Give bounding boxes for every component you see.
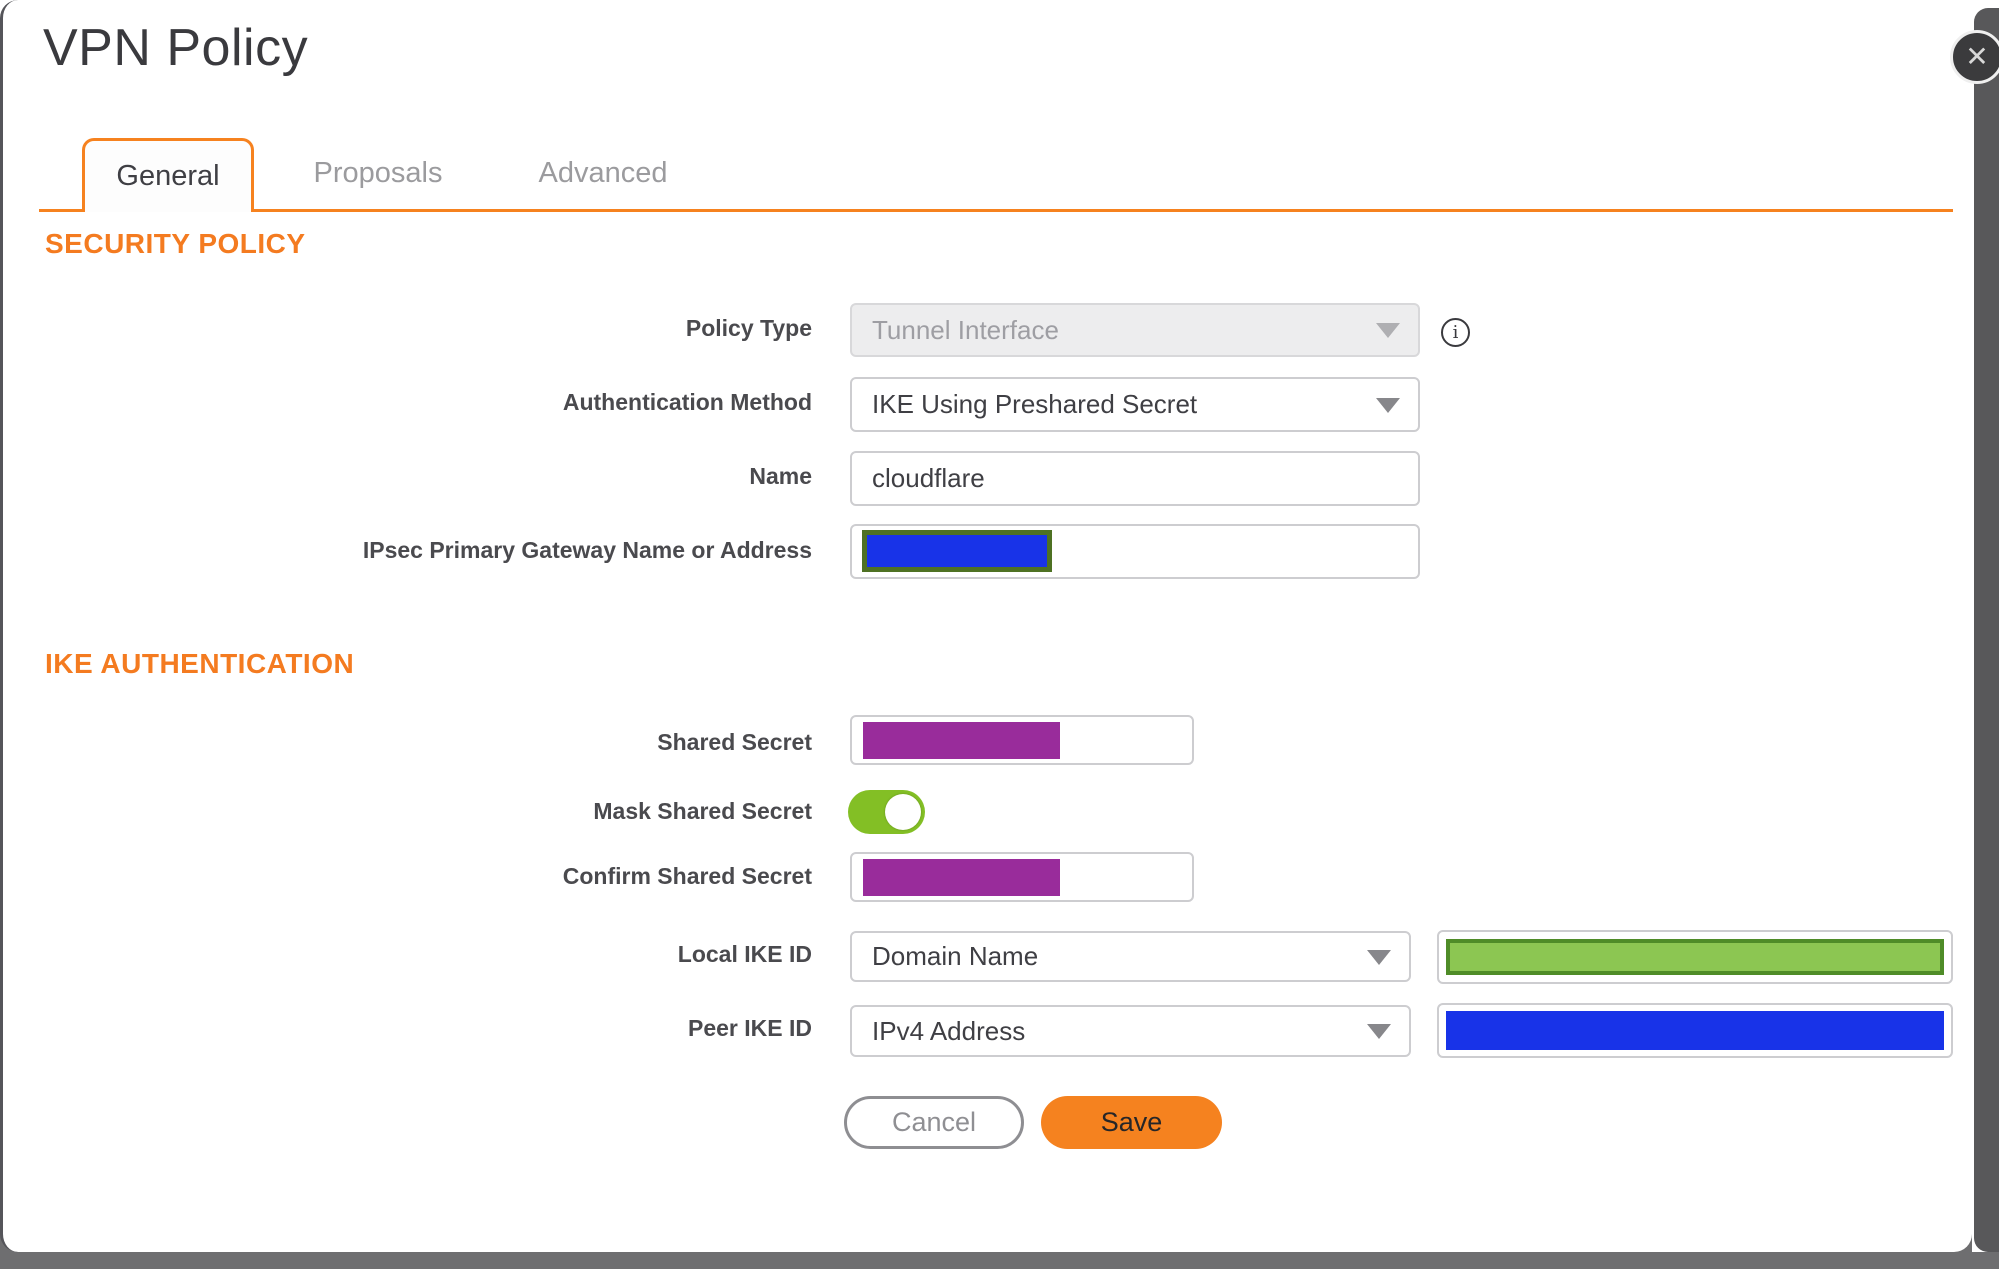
name-label: Name	[749, 463, 812, 489]
local-ike-id-redaction	[1446, 939, 1944, 975]
mask-shared-secret-toggle[interactable]	[848, 790, 925, 834]
mask-shared-secret-label: Mask Shared Secret	[593, 798, 812, 824]
local-ike-id-label: Local IKE ID	[677, 941, 812, 967]
policy-type-value: Tunnel Interface	[872, 314, 1059, 345]
confirm-shared-secret-redaction	[863, 859, 1060, 896]
confirm-shared-secret-input[interactable]	[850, 852, 1194, 902]
section-heading-ike-authentication: IKE AUTHENTICATION	[45, 648, 355, 679]
peer-ike-id-redaction	[1446, 1011, 1944, 1050]
peer-ike-id-label: Peer IKE ID	[688, 1015, 812, 1041]
peer-ike-id-input[interactable]	[1437, 1003, 1953, 1058]
local-ike-id-type-select[interactable]: Domain Name	[850, 931, 1411, 982]
toggle-knob	[885, 794, 921, 830]
chevron-down-icon	[1367, 949, 1391, 965]
tab-advanced[interactable]: Advanced	[508, 138, 698, 209]
peer-ike-id-type-value: IPv4 Address	[872, 1015, 1026, 1046]
confirm-shared-secret-label: Confirm Shared Secret	[562, 863, 812, 889]
authentication-method-select[interactable]: IKE Using Preshared Secret	[850, 377, 1420, 432]
shared-secret-input[interactable]	[850, 715, 1194, 765]
gateway-value-redaction	[862, 530, 1052, 572]
policy-type-select: Tunnel Interface	[850, 303, 1420, 357]
chevron-down-icon	[1376, 397, 1400, 413]
tab-general[interactable]: General	[82, 138, 254, 212]
authentication-method-label: Authentication Method	[562, 389, 812, 415]
tab-proposals[interactable]: Proposals	[283, 138, 473, 209]
close-icon: ✕	[1965, 41, 1989, 72]
dialog-title: VPN Policy	[43, 19, 309, 77]
info-icon[interactable]: i	[1441, 318, 1470, 347]
ipsec-primary-gateway-label: IPsec Primary Gateway Name or Address	[362, 537, 812, 563]
save-button[interactable]: Save	[1041, 1096, 1222, 1149]
section-heading-security-policy: SECURITY POLICY	[45, 228, 306, 259]
page-edge-strip	[1974, 8, 1999, 1252]
chevron-down-icon	[1376, 323, 1400, 338]
policy-type-label: Policy Type	[685, 315, 812, 341]
cancel-button[interactable]: Cancel	[844, 1096, 1024, 1149]
close-button[interactable]: ✕	[1950, 30, 1999, 84]
authentication-method-value: IKE Using Preshared Secret	[872, 389, 1198, 419]
local-ike-id-input[interactable]	[1437, 930, 1953, 984]
vpn-policy-dialog: VPN Policy General Proposals Advanced SE…	[0, 0, 1972, 1252]
ipsec-primary-gateway-input[interactable]	[850, 524, 1420, 579]
tab-underline	[39, 209, 1953, 212]
local-ike-id-type-value: Domain Name	[872, 941, 1039, 971]
dialog-bottom-edge	[0, 1252, 1999, 1269]
shared-secret-label: Shared Secret	[657, 729, 812, 755]
shared-secret-redaction	[863, 722, 1060, 759]
name-input[interactable]	[850, 451, 1420, 506]
peer-ike-id-type-select[interactable]: IPv4 Address	[850, 1005, 1411, 1057]
chevron-down-icon	[1367, 1024, 1391, 1039]
